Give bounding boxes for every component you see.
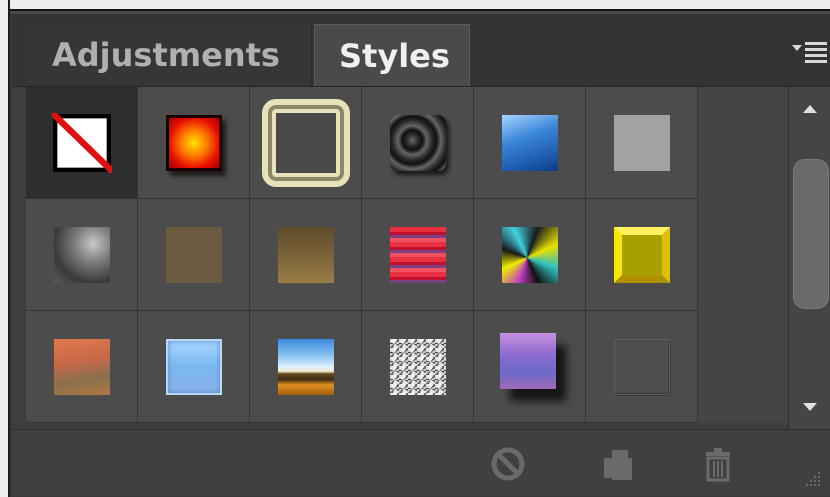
double-ring-icon <box>262 99 350 187</box>
sunset-icon <box>54 339 110 395</box>
red-stripes-icon <box>390 227 446 283</box>
left-divider <box>0 0 10 497</box>
blue-glass-icon <box>502 115 558 171</box>
noise-texture-icon <box>390 339 446 395</box>
tab-styles[interactable]: Styles <box>314 24 470 86</box>
dark-circles-icon <box>390 115 446 171</box>
style-color-swirl[interactable] <box>474 199 586 311</box>
styles-panel: Adjustments Styles <box>12 14 830 496</box>
style-brown-flat[interactable] <box>138 199 250 311</box>
sky-landscape-icon <box>278 339 334 395</box>
scroll-thumb[interactable] <box>793 159 829 309</box>
style-none[interactable] <box>26 87 138 199</box>
trash-icon[interactable] <box>698 444 738 484</box>
style-sunset[interactable] <box>26 311 138 423</box>
brown-flat-icon <box>166 227 222 283</box>
style-gold-bevel[interactable] <box>586 199 698 311</box>
dark-gray-icon <box>614 339 670 395</box>
scroll-up-arrow-icon[interactable] <box>789 87 830 127</box>
brown-gradient-icon <box>278 227 334 283</box>
style-dark-circles[interactable] <box>362 87 474 199</box>
style-fire-glow[interactable] <box>138 87 250 199</box>
panel-menu-icon[interactable] <box>790 36 830 68</box>
purple-shadow-icon <box>500 333 556 389</box>
top-divider <box>0 0 830 14</box>
color-swirl-icon <box>502 227 558 283</box>
gray-metal-icon <box>54 227 110 283</box>
light-blue-icon <box>166 339 222 395</box>
style-dark-gray[interactable] <box>586 311 698 423</box>
styles-grid <box>12 87 788 429</box>
clear-style-icon[interactable] <box>488 444 528 484</box>
style-brown-gradient[interactable] <box>250 199 362 311</box>
panel-tab-bar: Adjustments Styles <box>12 14 830 87</box>
style-blue-glass[interactable] <box>474 87 586 199</box>
scroll-down-arrow-icon[interactable] <box>789 389 830 429</box>
fire-glow-icon <box>166 115 222 171</box>
gold-bevel-icon <box>614 227 670 283</box>
style-noise-texture[interactable] <box>362 311 474 423</box>
empty-cell <box>698 87 788 423</box>
gray-square-icon <box>614 115 670 171</box>
style-light-blue[interactable] <box>138 311 250 423</box>
style-red-stripes[interactable] <box>362 199 474 311</box>
scrollbar[interactable] <box>788 87 830 429</box>
style-purple-shadow[interactable] <box>474 311 586 423</box>
tab-adjustments[interactable]: Adjustments <box>26 24 312 86</box>
new-style-icon[interactable] <box>598 444 638 484</box>
panel-bottom-bar <box>12 429 830 496</box>
style-gray-metal[interactable] <box>26 199 138 311</box>
style-double-ring[interactable] <box>250 87 362 199</box>
style-sky-landscape[interactable] <box>250 311 362 423</box>
resize-grip-icon[interactable] <box>800 466 824 490</box>
no-style-icon <box>52 113 112 173</box>
style-gray-square[interactable] <box>586 87 698 199</box>
